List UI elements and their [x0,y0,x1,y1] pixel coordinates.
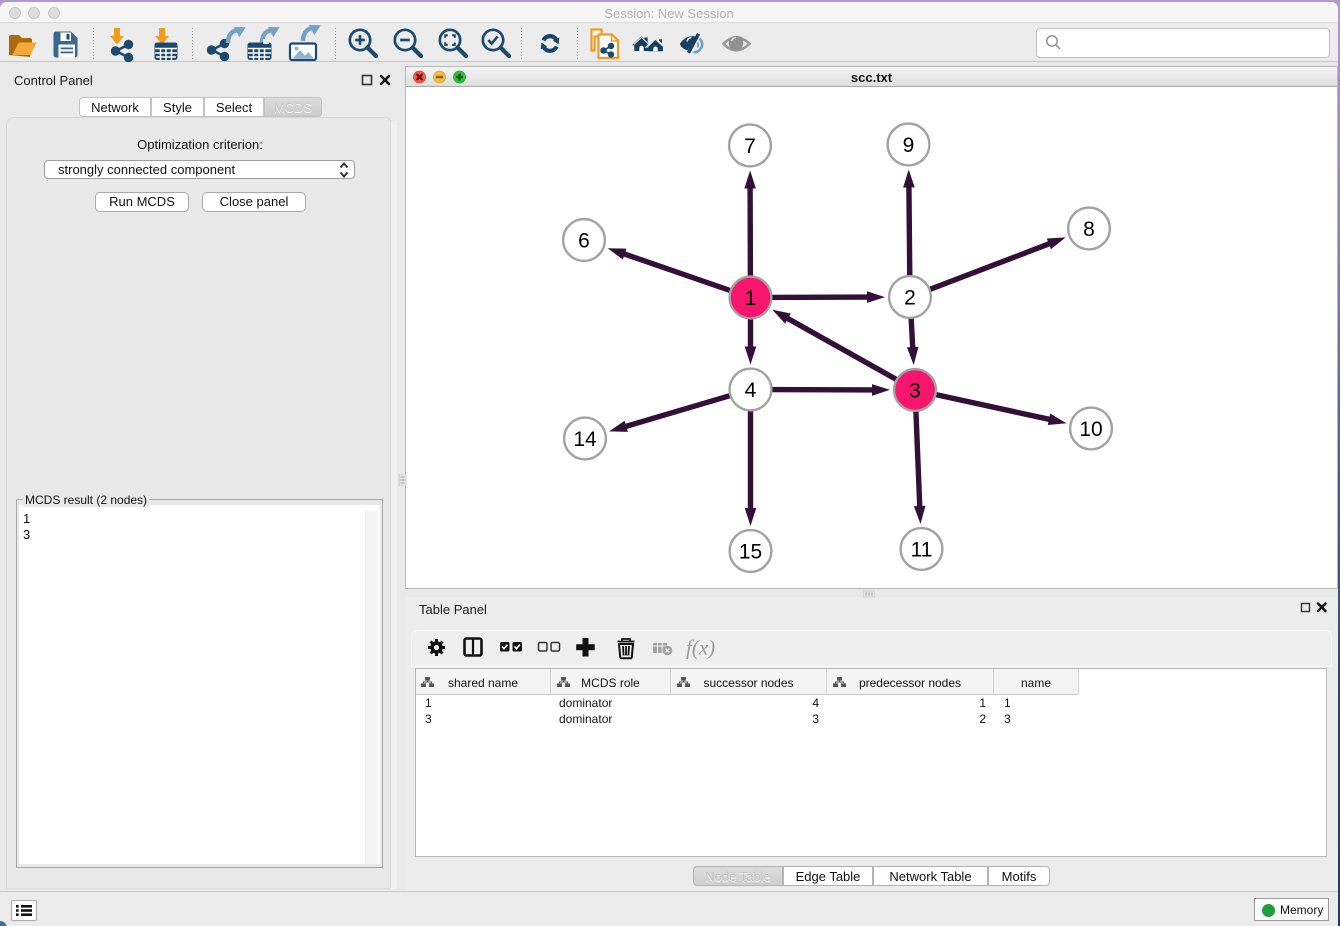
svg-text:7: 7 [744,135,756,158]
svg-text:6: 6 [578,229,590,252]
svg-text:11: 11 [911,538,933,561]
svg-text:f(x): f(x) [686,636,715,660]
svg-text:3: 3 [909,379,921,402]
svg-text:9: 9 [903,134,915,157]
svg-text:4: 4 [745,379,757,402]
svg-text:2: 2 [904,286,916,309]
svg-text:15: 15 [739,540,762,563]
svg-text:10: 10 [1079,418,1102,441]
svg-text:14: 14 [573,428,597,451]
svg-text:8: 8 [1083,218,1095,241]
svg-text:1: 1 [745,287,757,310]
